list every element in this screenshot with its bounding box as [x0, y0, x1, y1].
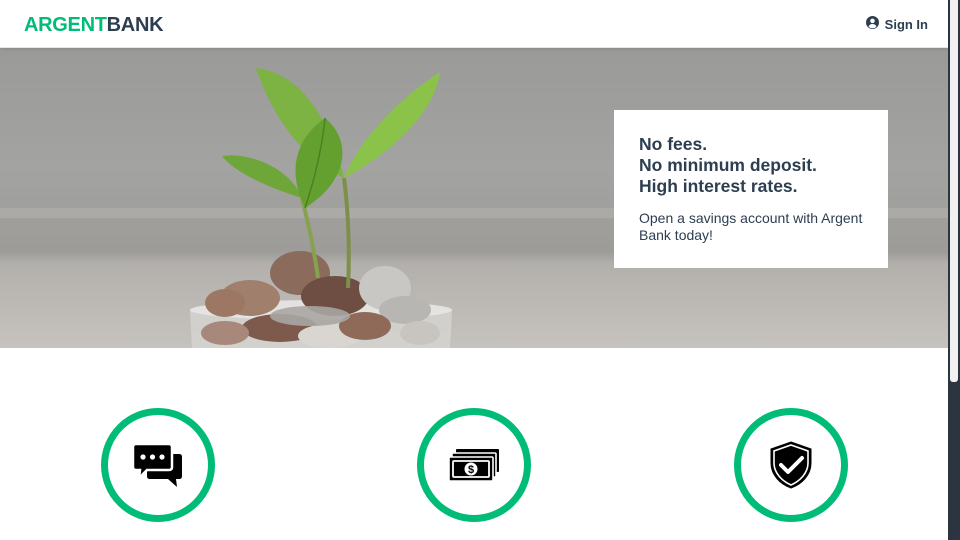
hero-content-card: No fees. No minimum deposit. High intere… — [614, 110, 888, 268]
logo-link[interactable]: ARGENTBANK — [24, 12, 164, 38]
main-nav: ARGENTBANK Sign In — [0, 0, 948, 48]
hero-text: Open a savings account with Argent Bank … — [639, 210, 863, 243]
feature-item-money: $ — [417, 408, 531, 522]
money-icon: $ — [448, 449, 499, 482]
page: ARGENTBANK Sign In No fees. No minimum d… — [0, 0, 948, 540]
hero-subtitle-1: No fees. — [639, 134, 708, 154]
sign-in-label: Sign In — [884, 16, 928, 32]
user-circle-icon — [865, 16, 879, 32]
hero-subtitle-3: High interest rates. — [639, 176, 798, 196]
feature-item-security — [734, 408, 848, 522]
feature-item-chat — [101, 408, 215, 522]
chat-icon — [133, 442, 182, 487]
hero-subtitle-2: No minimum deposit. — [639, 155, 817, 175]
features-section: $ — [0, 348, 948, 540]
scrollbar-thumb[interactable] — [950, 0, 958, 382]
logo-bank-text: BANK — [106, 14, 164, 36]
logo-argent-text: ARGENT — [24, 14, 107, 36]
security-shield-icon — [770, 441, 812, 489]
svg-text:$: $ — [468, 464, 474, 476]
sign-in-link[interactable]: Sign In — [865, 15, 928, 33]
hero-banner: No fees. No minimum deposit. High intere… — [0, 48, 948, 348]
